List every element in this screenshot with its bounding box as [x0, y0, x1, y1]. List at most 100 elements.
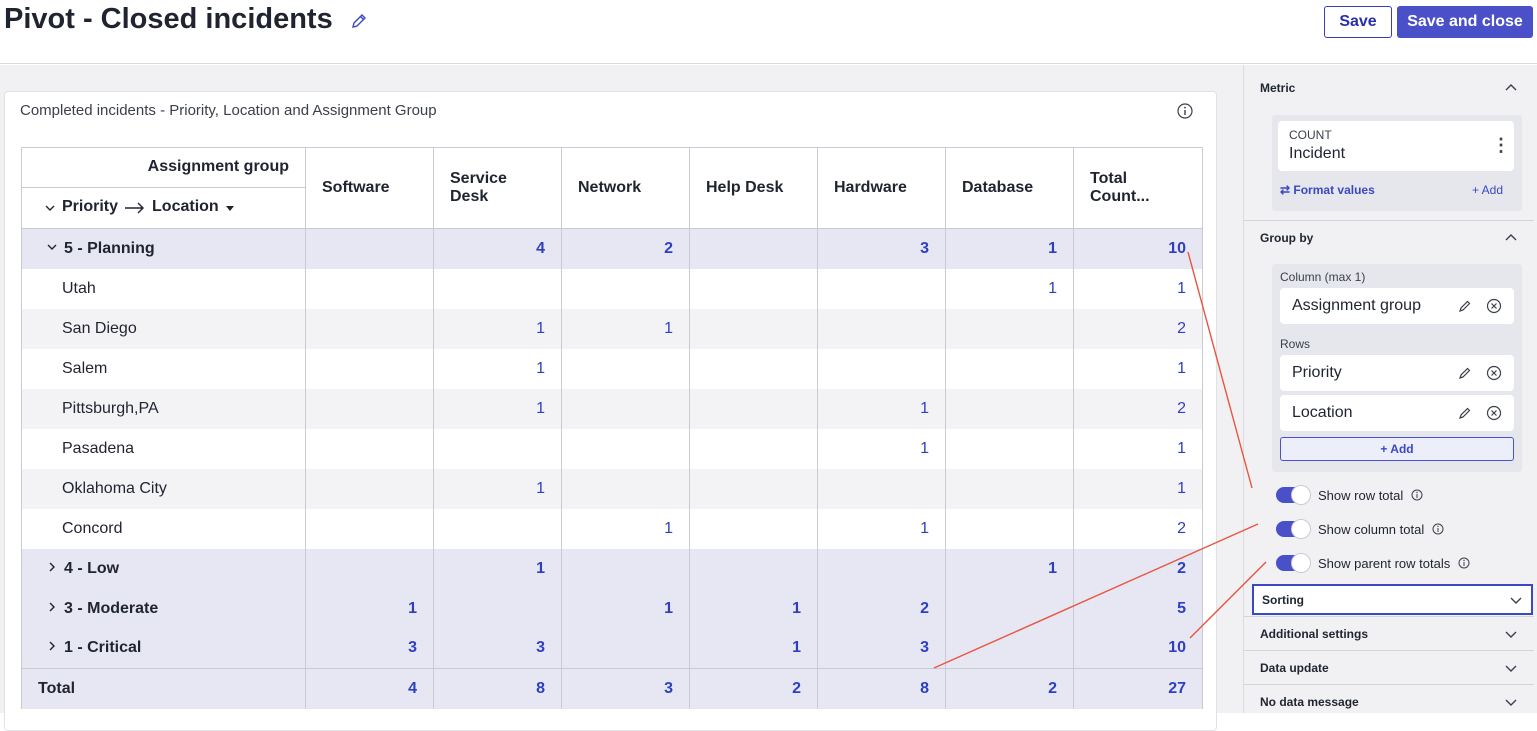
- total-cell[interactable]: 2: [689, 668, 818, 709]
- value-cell[interactable]: 1: [433, 468, 562, 509]
- show-row-total-toggle[interactable]: Show row total: [1276, 485, 1423, 505]
- metric-add-button[interactable]: + Add: [1472, 183, 1503, 197]
- parent-row-label[interactable]: 4 - Low: [21, 548, 306, 589]
- chevron-down-icon[interactable]: [1504, 661, 1518, 675]
- remove-circle-icon[interactable]: [1486, 405, 1502, 421]
- column-header[interactable]: Service Desk: [433, 147, 562, 229]
- section-data-update[interactable]: Data update: [1244, 650, 1534, 684]
- save-button[interactable]: Save: [1324, 6, 1392, 38]
- caret-down-icon[interactable]: [225, 205, 235, 213]
- value-cell[interactable]: 3: [817, 628, 946, 669]
- column-header[interactable]: Hardware: [817, 147, 946, 229]
- chevron-down-icon[interactable]: [1504, 695, 1518, 709]
- value-cell[interactable]: 1: [561, 508, 690, 549]
- parent-row: 3 - Moderate 1 1 1 2 5: [21, 588, 1203, 629]
- metric-card[interactable]: COUNT Incident ⋮: [1278, 121, 1514, 171]
- column-group-pill[interactable]: Assignment group: [1280, 288, 1514, 324]
- info-icon[interactable]: [1411, 489, 1423, 501]
- value-cell[interactable]: 1: [817, 508, 946, 549]
- remove-circle-icon[interactable]: [1486, 298, 1502, 314]
- chevron-right-icon[interactable]: [46, 600, 60, 618]
- chevron-down-icon[interactable]: [1504, 627, 1518, 641]
- show-column-total-toggle[interactable]: Show column total: [1276, 519, 1444, 539]
- total-cell[interactable]: 8: [433, 668, 562, 709]
- value-cell[interactable]: 1: [1073, 428, 1203, 469]
- chevron-up-icon[interactable]: [1504, 81, 1518, 95]
- value-cell[interactable]: 1: [433, 348, 562, 389]
- info-icon[interactable]: [1432, 523, 1444, 535]
- chevron-down-icon[interactable]: [1509, 593, 1523, 607]
- row-group-pill[interactable]: Priority: [1280, 355, 1514, 391]
- pencil-icon[interactable]: [1458, 299, 1472, 313]
- value-cell[interactable]: 1: [433, 388, 562, 429]
- show-parent-row-totals-toggle[interactable]: Show parent row totals: [1276, 553, 1470, 573]
- pencil-icon[interactable]: [350, 12, 368, 30]
- section-sorting[interactable]: Sorting: [1252, 584, 1533, 615]
- value-cell[interactable]: 3: [433, 628, 562, 669]
- column-header[interactable]: Software: [305, 147, 434, 229]
- value-cell[interactable]: 4: [433, 228, 562, 269]
- toggle-switch[interactable]: [1276, 519, 1311, 539]
- more-options-icon[interactable]: ⋮: [1492, 135, 1510, 156]
- value-cell[interactable]: 3: [817, 228, 946, 269]
- value-cell[interactable]: 1: [945, 268, 1074, 309]
- toggle-switch[interactable]: [1276, 485, 1311, 505]
- parent-row-label[interactable]: 1 - Critical: [21, 628, 306, 669]
- column-header[interactable]: Database: [945, 147, 1074, 229]
- value-cell[interactable]: 1: [1073, 468, 1203, 509]
- parent-row-label[interactable]: 5 - Planning: [21, 228, 306, 269]
- value-cell[interactable]: 2: [1073, 508, 1203, 549]
- value-cell[interactable]: 3: [305, 628, 434, 669]
- total-cell[interactable]: 27: [1073, 668, 1203, 709]
- value-cell[interactable]: 2: [1073, 388, 1203, 429]
- chevron-down-icon[interactable]: [46, 240, 60, 258]
- value-cell[interactable]: 10: [1073, 228, 1203, 269]
- value-cell: [305, 548, 434, 589]
- info-icon[interactable]: [1177, 103, 1193, 119]
- value-cell[interactable]: 1: [945, 228, 1074, 269]
- column-header[interactable]: Help Desk: [689, 147, 818, 229]
- chevron-right-icon[interactable]: [46, 639, 60, 657]
- pencil-icon[interactable]: [1458, 406, 1472, 420]
- value-cell[interactable]: 1: [433, 548, 562, 589]
- value-cell[interactable]: 1: [689, 588, 818, 629]
- chevron-down-icon[interactable]: [44, 202, 56, 214]
- value-cell[interactable]: 2: [1073, 548, 1203, 589]
- value-cell[interactable]: 1: [1073, 268, 1203, 309]
- value-cell[interactable]: 2: [817, 588, 946, 629]
- section-additional-settings[interactable]: Additional settings: [1244, 616, 1534, 650]
- total-cell[interactable]: 2: [945, 668, 1074, 709]
- value-cell[interactable]: 1: [945, 548, 1074, 589]
- value-cell[interactable]: 2: [1073, 308, 1203, 349]
- remove-circle-icon[interactable]: [1486, 365, 1502, 381]
- value-cell[interactable]: 1: [689, 628, 818, 669]
- value-cell[interactable]: 2: [561, 228, 690, 269]
- value-cell[interactable]: 5: [1073, 588, 1203, 629]
- value-cell[interactable]: 1: [433, 308, 562, 349]
- group-by-add-button[interactable]: + Add: [1280, 437, 1514, 461]
- row-group-pill[interactable]: Location: [1280, 395, 1514, 431]
- chevron-right-icon[interactable]: [46, 560, 60, 578]
- value-cell[interactable]: 1: [561, 588, 690, 629]
- value-cell[interactable]: 10: [1073, 628, 1203, 669]
- row-group-label[interactable]: Priority Location: [22, 188, 305, 228]
- total-cell[interactable]: 8: [817, 668, 946, 709]
- chevron-up-icon[interactable]: [1504, 231, 1518, 245]
- section-metric[interactable]: Metric: [1244, 71, 1534, 105]
- column-header[interactable]: Network: [561, 147, 690, 229]
- value-cell[interactable]: 1: [1073, 348, 1203, 389]
- save-and-close-button[interactable]: Save and close: [1397, 6, 1533, 38]
- value-cell[interactable]: 1: [817, 428, 946, 469]
- pencil-icon[interactable]: [1458, 366, 1472, 380]
- total-cell[interactable]: 3: [561, 668, 690, 709]
- format-values-link[interactable]: ⇄ Format values: [1280, 183, 1375, 197]
- section-group-by[interactable]: Group by: [1244, 220, 1534, 254]
- parent-row-label[interactable]: 3 - Moderate: [21, 588, 306, 629]
- toggle-switch[interactable]: [1276, 553, 1311, 573]
- total-cell[interactable]: 4: [305, 668, 434, 709]
- value-cell[interactable]: 1: [561, 308, 690, 349]
- info-icon[interactable]: [1458, 557, 1470, 569]
- value-cell[interactable]: 1: [817, 388, 946, 429]
- column-header[interactable]: Total Count...: [1073, 147, 1203, 229]
- value-cell[interactable]: 1: [305, 588, 434, 629]
